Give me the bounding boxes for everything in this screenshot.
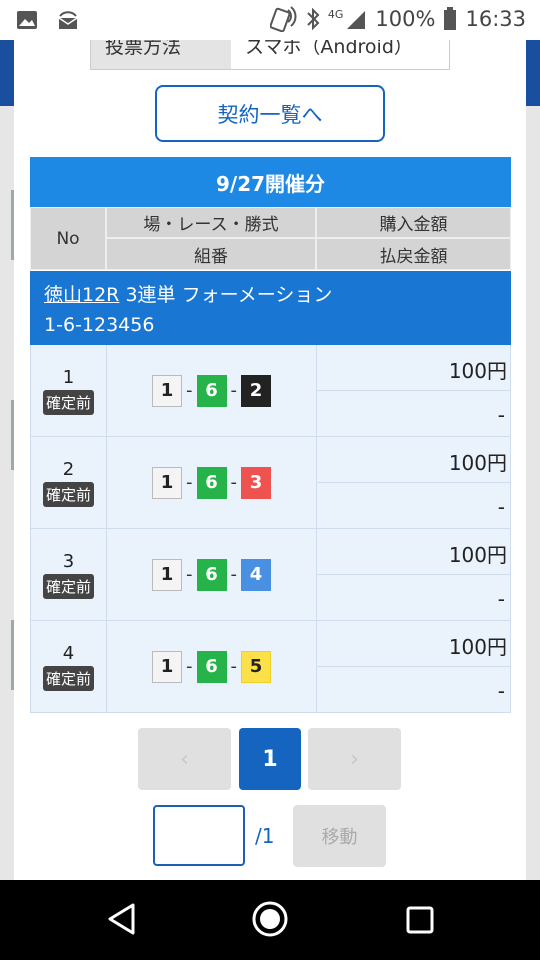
boat-number-6: 6 [196,374,227,407]
battery-icon [444,7,457,30]
header-combination: 組番 [106,238,316,270]
amount-cell: 100円 - [317,529,511,620]
contract-detail-modal: 投票方法 スマホ（Android） 契約一覧へ 9/27開催分 No 場・レース… [14,40,526,880]
boat-number-2: 2 [241,374,271,407]
next-page-button[interactable]: › [308,728,401,790]
contract-list-button[interactable]: 契約一覧へ [155,85,385,142]
table-header: No 場・レース・勝式 組番 購入金額 払戻金額 [30,207,511,270]
recents-icon[interactable] [405,905,435,935]
header-no: No [30,207,106,270]
boat-number-1: 1 [152,558,182,591]
separator: - [186,564,193,585]
amount-cell: 100円 - [317,621,511,712]
network-type: 4G [327,7,344,21]
combination-cell: 1 - 6 - 3 [107,437,317,528]
signal-icon [347,11,366,29]
mail-icon [58,11,78,29]
header-purchase-amount: 購入金額 [316,207,511,238]
separator: - [186,472,193,493]
row-number: 4 [62,643,75,664]
payout-amount: - [497,587,505,611]
back-icon[interactable] [106,902,136,936]
pagination: ‹ 1 › [14,728,526,790]
amount-cell: 100円 - [317,345,511,436]
clock: 16:33 [465,7,526,31]
boat-number-6: 6 [196,466,227,499]
purchase-amount: 100円 [317,345,511,391]
background-divider [0,190,14,260]
boat-number-6: 6 [196,558,227,591]
status-badge: 確定前 [42,574,94,599]
separator: - [230,656,238,677]
venue-link[interactable]: 徳山12R [44,284,119,306]
bet-summary: 徳山12R 3連単 フォーメーション 1-6-123456 [30,271,511,345]
separator: - [230,380,238,401]
vote-method-label: 投票方法 [91,40,231,69]
combination-cell: 1 - 6 - 2 [107,345,317,436]
background-page-right [526,40,540,880]
payout-amount: - [497,679,505,703]
combination-cell: 1 - 6 - 5 [107,621,317,712]
total-pages: /1 [255,824,275,848]
background-header-left [0,40,14,106]
home-icon[interactable] [251,900,289,938]
bluetooth-icon [307,7,320,31]
separator: - [230,564,238,585]
table-row: 4 確定前 1 - 6 - 5 100円 - [30,621,511,713]
bet-rows: 1 確定前 1 - 6 - 2 100円 - 2 確定前 1 - 6 - 3 1… [30,345,511,713]
payout-amount: - [497,403,505,427]
boat-number-3: 3 [241,466,271,499]
purchase-amount: 100円 [317,621,511,667]
row-no-cell: 2 確定前 [31,437,107,528]
row-number: 1 [62,367,75,388]
status-badge: 確定前 [42,390,94,415]
move-button[interactable]: 移動 [293,805,386,867]
table-row: 2 確定前 1 - 6 - 3 100円 - [30,437,511,529]
status-badge: 確定前 [42,666,94,691]
battery-percent: 100% [375,7,436,31]
amount-cell: 100円 - [317,437,511,528]
separator: - [186,656,193,677]
background-divider [0,620,14,690]
table-row: 1 確定前 1 - 6 - 2 100円 - [30,345,511,437]
date-header: 9/27開催分 [30,157,511,207]
page-number-input[interactable] [153,805,245,866]
row-no-cell: 1 確定前 [31,345,107,436]
boat-number-1: 1 [152,650,182,683]
separator: - [186,380,193,401]
nfc-icon [269,6,297,32]
boat-number-6: 6 [196,650,227,683]
status-badge: 確定前 [42,482,94,507]
current-page-button[interactable]: 1 [239,728,301,790]
purchase-amount: 100円 [317,437,511,483]
row-no-cell: 4 確定前 [31,621,107,712]
prev-page-button[interactable]: ‹ [138,728,231,790]
status-bar: 4G 100% 16:33 [0,0,540,40]
background-header-right [526,40,540,106]
vote-method-value: スマホ（Android） [231,40,449,69]
boat-number-1: 1 [152,374,182,407]
table-row: 3 確定前 1 - 6 - 4 100円 - [30,529,511,621]
header-race-info: 場・レース・勝式 [106,207,316,238]
boat-number-4: 4 [241,558,271,591]
bet-code: 1-6-123456 [44,314,155,336]
row-number: 2 [62,459,75,480]
row-no-cell: 3 確定前 [31,529,107,620]
combination-cell: 1 - 6 - 4 [107,529,317,620]
gallery-icon [17,11,37,29]
boat-number-1: 1 [152,466,182,499]
boat-number-5: 5 [241,650,271,683]
navigation-bar [0,880,540,960]
payout-amount: - [497,495,505,519]
bet-type: 3連単 フォーメーション [125,284,333,306]
header-refund-amount: 払戻金額 [316,238,511,270]
background-divider [0,400,14,470]
vote-method-row: 投票方法 スマホ（Android） [90,40,450,70]
page-jump: /1 移動 [14,805,526,867]
separator: - [230,472,238,493]
row-number: 3 [62,551,75,572]
purchase-amount: 100円 [317,529,511,575]
